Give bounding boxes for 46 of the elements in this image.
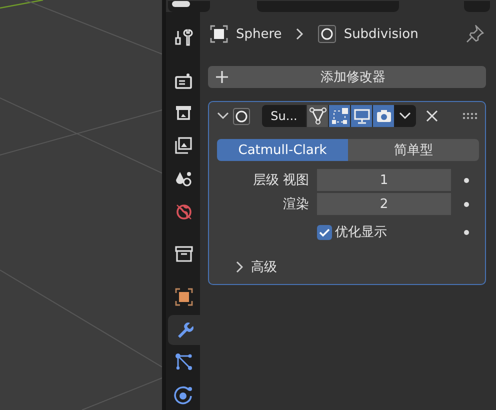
triangle-icon — [308, 107, 326, 125]
plus-icon — [216, 71, 228, 83]
orbit-icon — [174, 385, 194, 406]
toggle-icon — [172, 1, 190, 7]
toggle-button[interactable] — [350, 105, 372, 127]
node-graph-icon — [174, 352, 194, 372]
wrench-screwdriver-icon — [174, 28, 194, 48]
object-name: Sphere — [236, 26, 282, 42]
toggle-button[interactable] — [372, 105, 394, 127]
checkbox[interactable] — [317, 224, 332, 240]
globe-icon — [174, 202, 194, 222]
segment-tab[interactable]: 简单型 — [348, 139, 479, 161]
checkbox-label: 优化显示 — [335, 224, 387, 241]
field-label: 渲染 — [282, 196, 310, 213]
segment-tab[interactable]: Catmull-Clark — [217, 139, 348, 161]
advanced-section-header[interactable]: 高级 — [217, 256, 479, 278]
box-icon — [174, 244, 194, 264]
modifier-name: Subdivision — [344, 26, 418, 42]
mode-dropdown[interactable] — [168, 1, 210, 12]
chevron-icon — [235, 261, 243, 273]
cage-icon — [330, 107, 348, 125]
object-icon — [210, 25, 228, 43]
number-field[interactable]: 2 — [317, 193, 451, 215]
keyframe-dot-icon[interactable] — [464, 202, 469, 206]
chevron-down-icon[interactable] — [217, 110, 229, 122]
chevron-down-icon — [399, 112, 411, 120]
chevron-right-icon — [296, 28, 304, 40]
number-field[interactable]: 1 — [317, 169, 451, 191]
toggle-button[interactable] — [306, 105, 328, 127]
image-stack-icon — [174, 136, 194, 156]
pin-icon[interactable] — [466, 25, 484, 43]
camera-icon — [374, 107, 392, 125]
close-icon[interactable] — [426, 110, 438, 122]
modifier-name-field[interactable]: Su... — [262, 105, 306, 127]
keyframe-dot-icon[interactable] — [464, 178, 469, 182]
circle-icon — [233, 108, 250, 124]
checkmark-icon — [319, 228, 330, 236]
properties-tab[interactable] — [168, 314, 200, 345]
add-modifier-button[interactable]: 添加修改器 — [208, 66, 486, 88]
square-icon — [174, 287, 194, 307]
drag-handle-icon[interactable] — [463, 113, 477, 119]
field-label: 层级 视图 — [252, 172, 310, 189]
dropdown-button[interactable] — [394, 105, 416, 127]
keyframe-dot-icon[interactable] — [464, 230, 469, 234]
toggle-button[interactable] — [328, 105, 350, 127]
monitor-icon — [352, 107, 370, 125]
